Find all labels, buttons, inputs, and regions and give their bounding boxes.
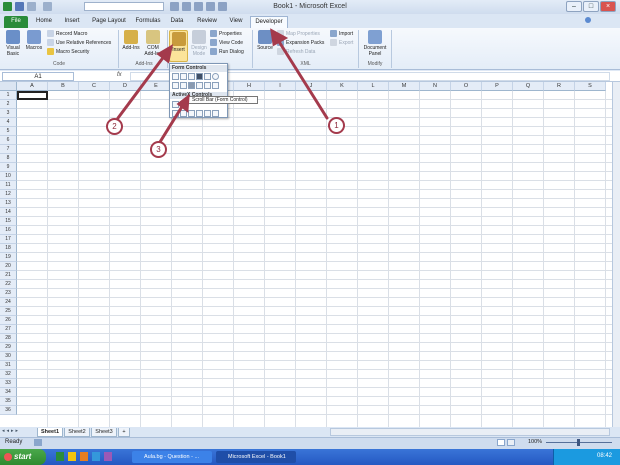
callout-2: 2 <box>106 118 123 135</box>
arrow-1 <box>276 38 329 120</box>
status-bar <box>0 437 620 449</box>
quicklaunch-icon-5[interactable] <box>104 452 112 461</box>
page-layout-icon[interactable] <box>506 439 515 446</box>
sheet-nav-arrows[interactable]: ◂◂▸▸ <box>2 428 36 436</box>
sheet-tab-1[interactable]: Sheet1 <box>37 428 63 437</box>
zoom-level[interactable]: 100% <box>528 439 542 445</box>
view-buttons[interactable] <box>497 439 527 447</box>
zoom-slider-thumb[interactable] <box>577 439 580 446</box>
quicklaunch-icon-3[interactable] <box>80 452 88 461</box>
windows-logo-icon <box>4 453 12 461</box>
quicklaunch-icon-4[interactable] <box>92 452 100 461</box>
callout-3: 3 <box>150 141 167 158</box>
sheet-tab-3[interactable]: Sheet3 <box>91 428 117 437</box>
clock: 08:42 <box>597 453 613 459</box>
normal-view-icon[interactable] <box>497 439 505 446</box>
arrow-2 <box>116 53 167 120</box>
horizontal-scrollbar[interactable] <box>330 428 610 436</box>
quicklaunch-excel-icon[interactable] <box>56 452 64 461</box>
arrow-3 <box>158 103 185 144</box>
insert-sheet-button[interactable]: + <box>118 428 130 437</box>
taskbar-item-excel[interactable]: Microsoft Excel - Book1 <box>216 451 296 463</box>
arrow-1-head <box>270 28 289 47</box>
callout-1: 1 <box>328 117 345 134</box>
taskbar-item-browser[interactable]: Aula.bg - Question - ... <box>132 451 212 463</box>
macro-record-icon[interactable] <box>34 439 42 446</box>
status-ready: Ready <box>5 439 23 445</box>
sheet-tab-2[interactable]: Sheet2 <box>64 428 90 437</box>
quicklaunch-icon-2[interactable] <box>68 452 76 461</box>
annotation-arrows <box>116 28 329 144</box>
